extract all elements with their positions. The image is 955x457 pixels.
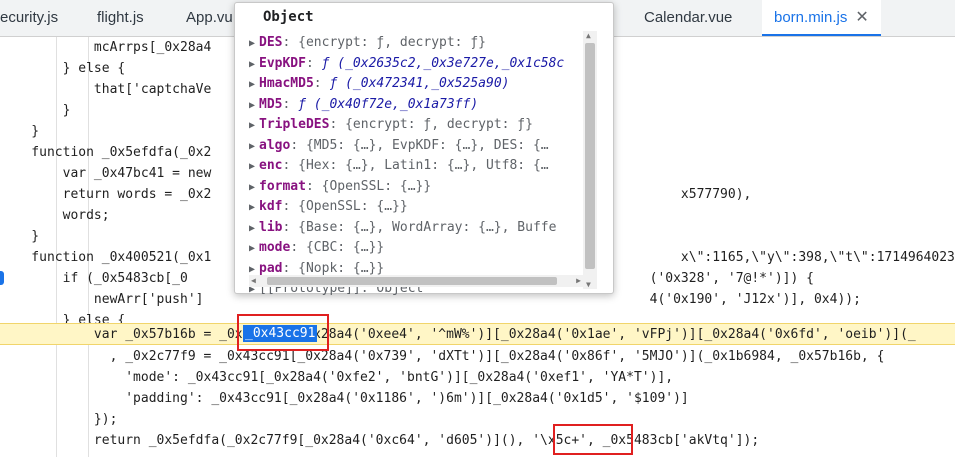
property-key: TripleDES [259,117,330,132]
property-key: pad [259,260,283,276]
property-value: {Hex: {…}, Latin1: {…}, Utf8: {… [298,158,549,173]
expand-triangle-icon[interactable]: ▶ [249,34,259,53]
property-key: enc [259,158,283,173]
property-key: format [259,178,306,194]
property-value: {Nopk: {…}} [298,260,385,276]
code-line-current: var _0x57b16b = _0x43cc91[_0x28a4('0xee4… [0,323,955,345]
property-value: {OpenSSL: {…}} [321,178,432,194]
object-property-row[interactable]: ▶ EvpKDF: ƒ (_0x2635c2,_0x3e727e,_0x1c58c [249,54,585,74]
object-property-row[interactable]: ▶ lib: {Base: {…}, WordArray: {…}, Buffe [249,218,585,238]
tab-label: Calendar.vue [644,9,733,26]
object-property-row[interactable]: ▶ mode: {CBC: {…}} [249,238,585,258]
property-value: ƒ (_0x2635c2,_0x3e727e,_0x1c58c [321,55,565,71]
property-value: ƒ (_0x40f72e,_0x1a73ff) [298,96,479,112]
separator: : [290,240,306,255]
code-line: , _0x2c77f9 = _0x43cc91[_0x28a4('0x739',… [0,349,885,364]
tab-label: ecurity.js [0,9,59,26]
expand-triangle-icon[interactable]: ▶ [249,55,259,74]
property-value: ƒ (_0x472341,_0x525a90) [329,76,510,91]
code-line: 'padding': _0x43cc91[_0x28a4('0x1186', '… [0,391,689,406]
expand-triangle-icon[interactable]: ▶ [249,198,259,217]
object-property-row[interactable]: ▶ TripleDES: {encrypt: ƒ, decrypt: ƒ} [249,115,585,135]
scroll-thumb[interactable] [267,277,557,285]
expand-triangle-icon[interactable]: ▶ [249,75,259,94]
expand-triangle-icon[interactable]: ▶ [249,239,259,258]
expand-triangle-icon[interactable]: ▶ [249,219,259,238]
code-line: 'mode': _0x43cc91[_0x28a4('0xfe2', 'bntG… [0,370,674,385]
separator: : [282,199,299,214]
code-line: return _0x5efdfa(_0x2c77f9[_0x28a4('0xc6… [0,433,760,448]
tab-label: born.min.js [774,9,848,26]
object-property-row[interactable]: ▶ MD5: ƒ (_0x40f72e,_0x1a73ff) [249,95,585,115]
scroll-up-icon[interactable]: ▲ [586,31,591,40]
separator: : [290,137,306,153]
scroll-left-icon[interactable]: ◀ [251,276,256,285]
property-key: HmacMD5 [259,76,314,91]
separator: : [305,55,322,71]
tab-born-min-js[interactable]: born.min.js ✕ [762,0,881,36]
object-property-row[interactable]: ▶ HmacMD5: ƒ (_0x472341,_0x525a90) [249,74,585,94]
property-value: {MD5: {…}, EvpKDF: {…}, DES: {… [305,137,549,153]
tab-label: App.vu [186,9,233,26]
property-key: lib [259,219,283,235]
vertical-scrollbar[interactable]: ▲ ▼ [583,31,597,289]
separator: : [282,260,299,276]
object-preview-popover[interactable]: Object ▶ DES: {encrypt: ƒ, decrypt: ƒ} ▶ Ev… [234,2,614,296]
property-key: DES [259,35,283,50]
annotation-box [553,424,633,455]
property-key: mode [259,240,291,255]
separator: : [313,76,330,91]
scroll-down-icon[interactable]: ▼ [586,280,591,289]
tab-security-js[interactable]: ecurity.js [0,0,58,36]
separator: : [282,158,299,173]
object-property-row[interactable]: ▶ enc: {Hex: {…}, Latin1: {…}, Utf8: {… [249,156,585,176]
separator: : [282,35,299,50]
property-key: kdf [259,199,283,214]
expand-triangle-icon[interactable]: ▶ [249,116,259,135]
expand-triangle-icon[interactable]: ▶ [249,157,259,176]
property-value: {encrypt: ƒ, decrypt: ƒ} [345,117,533,132]
property-key: algo [259,137,291,153]
property-key: EvpKDF [259,55,306,71]
property-value: {Base: {…}, WordArray: {…}, Buffe [298,219,557,235]
object-property-row[interactable]: ▶ format: {OpenSSL: {…}} [249,177,585,197]
property-value: {encrypt: ƒ, decrypt: ƒ} [298,35,486,50]
tab-label: flight.js [97,9,144,26]
object-property-row[interactable]: ▶ algo: {MD5: {…}, EvpKDF: {…}, DES: {… [249,136,585,156]
expand-triangle-icon[interactable]: ▶ [249,96,259,115]
popover-title: Object [263,9,314,25]
property-value: {CBC: {…}} [305,240,385,255]
expand-triangle-icon[interactable]: ▶ [249,178,259,197]
tab-calendar-vue[interactable]: Calendar.vue [644,0,732,36]
property-value: {OpenSSL: {…}} [298,199,408,214]
code-line: }); [0,412,118,427]
separator: : [329,117,346,132]
scroll-right-icon[interactable]: ▶ [576,276,581,285]
separator: : [305,178,322,194]
property-key: MD5 [259,96,283,112]
horizontal-scrollbar[interactable]: ◀ ▶ [249,275,583,287]
separator: : [282,219,299,235]
scroll-thumb[interactable] [585,43,595,269]
close-icon[interactable]: ✕ [855,9,868,26]
annotation-box [237,314,329,351]
expand-triangle-icon[interactable]: ▶ [249,137,259,156]
tab-app-vue[interactable]: App.vu [186,0,233,36]
separator: : [282,96,299,112]
object-property-row[interactable]: ▶ DES: {encrypt: ƒ, decrypt: ƒ} [249,33,585,53]
object-property-row[interactable]: ▶ kdf: {OpenSSL: {…}} [249,197,585,217]
tab-flight-js[interactable]: flight.js [97,0,144,36]
